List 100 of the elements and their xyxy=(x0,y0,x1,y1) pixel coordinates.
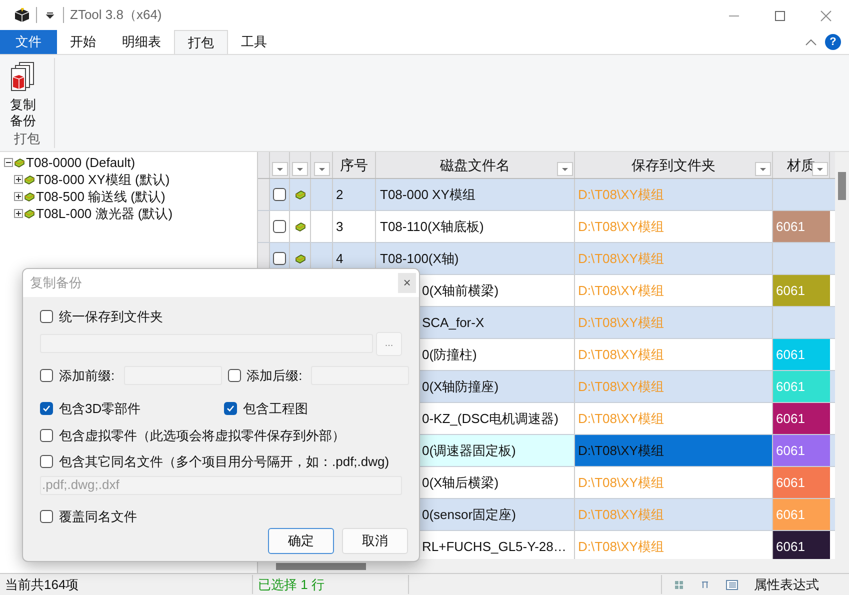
material-cell: 6061 xyxy=(773,435,830,466)
ribbon-tab[interactable]: 打包 xyxy=(174,30,228,54)
status-text[interactable]: 属性表达式 xyxy=(754,574,819,594)
scrollbar-thumb[interactable] xyxy=(838,172,846,200)
part-icon xyxy=(24,174,35,184)
table-cell-text: D:\T08\XY模组 xyxy=(578,378,664,396)
filter-dropdown-icon[interactable] xyxy=(755,162,771,176)
part-icon xyxy=(24,208,35,218)
checkbox[interactable] xyxy=(40,368,53,382)
checkbox-label: 统一保存到文件夹 xyxy=(59,308,163,326)
table-cell-text: D:\T08\XY模组 xyxy=(578,218,664,236)
status-text: 已选择 1 行 xyxy=(253,574,409,594)
quick-access-dropdown-icon[interactable] xyxy=(45,10,55,20)
copy-files-icon xyxy=(10,62,36,94)
dialog-button[interactable]: 确定 xyxy=(268,528,334,554)
tree-item[interactable]: T08L-000 激光器 (默认) xyxy=(36,204,173,224)
table-cell-text: SCA_for-X xyxy=(422,314,484,332)
checkbox[interactable] xyxy=(40,310,53,324)
table-cell-text: 0(调速器固定板) xyxy=(422,442,516,460)
part-icon xyxy=(294,254,306,264)
app-logo-icon xyxy=(13,7,31,23)
table-cell-text: D:\T08\XY模组 xyxy=(578,506,664,524)
filter-dropdown-icon[interactable] xyxy=(557,162,573,176)
table-cell-text: 0(X轴后横梁) xyxy=(422,474,499,492)
material-cell: 6061 xyxy=(773,467,830,498)
expand-icon[interactable] xyxy=(14,209,23,218)
table-cell-text: T08-100(X轴) xyxy=(380,250,459,268)
material-cell: 6061 xyxy=(773,499,830,530)
table-cell-text: 0(防撞柱) xyxy=(422,346,477,364)
table-row[interactable]: 2 T08-000 XY模组 D:\T08\XY模组 xyxy=(258,179,835,211)
help-button[interactable]: ? xyxy=(825,34,841,50)
table-row[interactable]: 3 T08-110(X轴底板) D:\T08\XY模组 6061 xyxy=(258,211,835,243)
tree-icon[interactable] xyxy=(700,580,710,590)
checkbox-label: 添加前缀: xyxy=(59,366,115,384)
part-icon xyxy=(294,222,306,232)
table-cell-text: 4 xyxy=(336,250,344,268)
tree-item[interactable]: T08-0000 (Default) xyxy=(26,152,136,172)
checkbox[interactable] xyxy=(228,368,241,382)
table-cell-text: D:\T08\XY模组 xyxy=(578,538,664,556)
table-cell-text: D:\T08\XY模组 xyxy=(578,314,664,332)
part-icon xyxy=(24,192,35,202)
ribbon-tab[interactable]: 开始 xyxy=(57,30,109,54)
table-cell-text: D:\T08\XY模组 xyxy=(578,250,664,268)
dialog-button[interactable]: 取消 xyxy=(342,528,408,554)
column-header[interactable]: 序号 xyxy=(340,154,368,176)
material-cell: 6061 xyxy=(773,531,830,559)
column-header[interactable]: 保存到文件夹 xyxy=(632,154,716,176)
table-cell-text: 0(X轴前横梁) xyxy=(422,282,499,300)
checkbox[interactable] xyxy=(40,510,53,523)
table-cell-text: D:\T08\XY模组 xyxy=(578,442,664,460)
ribbon-group-label: 打包 xyxy=(14,130,40,148)
filter-dropdown-icon[interactable] xyxy=(314,162,330,176)
ribbon-tab[interactable]: 工具 xyxy=(228,30,280,54)
horizontal-scrollbar[interactable] xyxy=(258,559,835,573)
expand-icon[interactable] xyxy=(14,175,23,184)
expand-icon[interactable] xyxy=(14,192,23,201)
checkbox[interactable] xyxy=(224,402,237,416)
table-cell-text: 0(X轴防撞座) xyxy=(422,378,499,396)
table-cell-text: 3 xyxy=(336,218,344,236)
material-cell: 6061 xyxy=(773,339,830,370)
checkbox-label: 覆盖同名文件 xyxy=(59,508,137,526)
list-icon[interactable] xyxy=(726,580,738,590)
filter-dropdown-icon[interactable] xyxy=(292,162,308,176)
checkbox-label: 包含3D零部件 xyxy=(59,400,141,418)
ribbon-tab[interactable]: 明细表 xyxy=(109,30,174,54)
material-cell: 6061 xyxy=(773,275,830,306)
tree-item[interactable]: T08-000 XY模组 (默认) xyxy=(36,170,170,190)
grid-icon[interactable] xyxy=(674,580,684,590)
material-cell: 6061 xyxy=(773,211,830,242)
collapse-ribbon-icon[interactable] xyxy=(805,38,817,46)
material-cell: 6061 xyxy=(773,371,830,402)
table-cell-text: D:\T08\XY模组 xyxy=(578,282,664,300)
part-icon xyxy=(294,190,306,200)
part-icon xyxy=(14,158,25,168)
ribbon-tab[interactable]: 文件 xyxy=(0,30,57,54)
scrollbar-thumb[interactable] xyxy=(276,562,366,570)
table-cell-text: D:\T08\XY模组 xyxy=(578,186,664,204)
window-title: ZTool 3.8（x64) xyxy=(70,6,162,24)
close-button[interactable]: × xyxy=(398,273,416,293)
copy-backup-button[interactable]: 复制备份 xyxy=(0,58,54,129)
status-text: 当前共164项 xyxy=(0,574,253,594)
tree-item[interactable]: T08-500 输送线 (默认) xyxy=(36,186,166,206)
filter-dropdown-icon[interactable] xyxy=(272,162,288,176)
checkbox[interactable] xyxy=(273,188,286,201)
column-header[interactable]: 磁盘文件名 xyxy=(440,154,510,176)
table-cell-text: D:\T08\XY模组 xyxy=(578,474,664,492)
table-row[interactable]: 4 T08-100(X轴) D:\T08\XY模组 xyxy=(258,243,835,275)
table-cell-text: D:\T08\XY模组 xyxy=(578,410,664,428)
table-cell-text: RL+FUCHS_GL5-Y-28… xyxy=(422,538,566,556)
checkbox[interactable] xyxy=(273,252,286,265)
vertical-scrollbar[interactable] xyxy=(835,152,849,573)
table-cell-text: 0-KZ_(DSC电机调速器) xyxy=(422,410,559,428)
material-cell: 6061 xyxy=(773,403,830,434)
checkbox[interactable] xyxy=(40,428,53,442)
checkbox[interactable] xyxy=(40,402,53,416)
table-cell-text: D:\T08\XY模组 xyxy=(578,346,664,364)
collapse-icon[interactable] xyxy=(4,158,13,167)
checkbox[interactable] xyxy=(273,220,286,233)
table-cell-text: 0(sensor固定座) xyxy=(422,506,516,524)
checkbox[interactable] xyxy=(40,455,53,468)
